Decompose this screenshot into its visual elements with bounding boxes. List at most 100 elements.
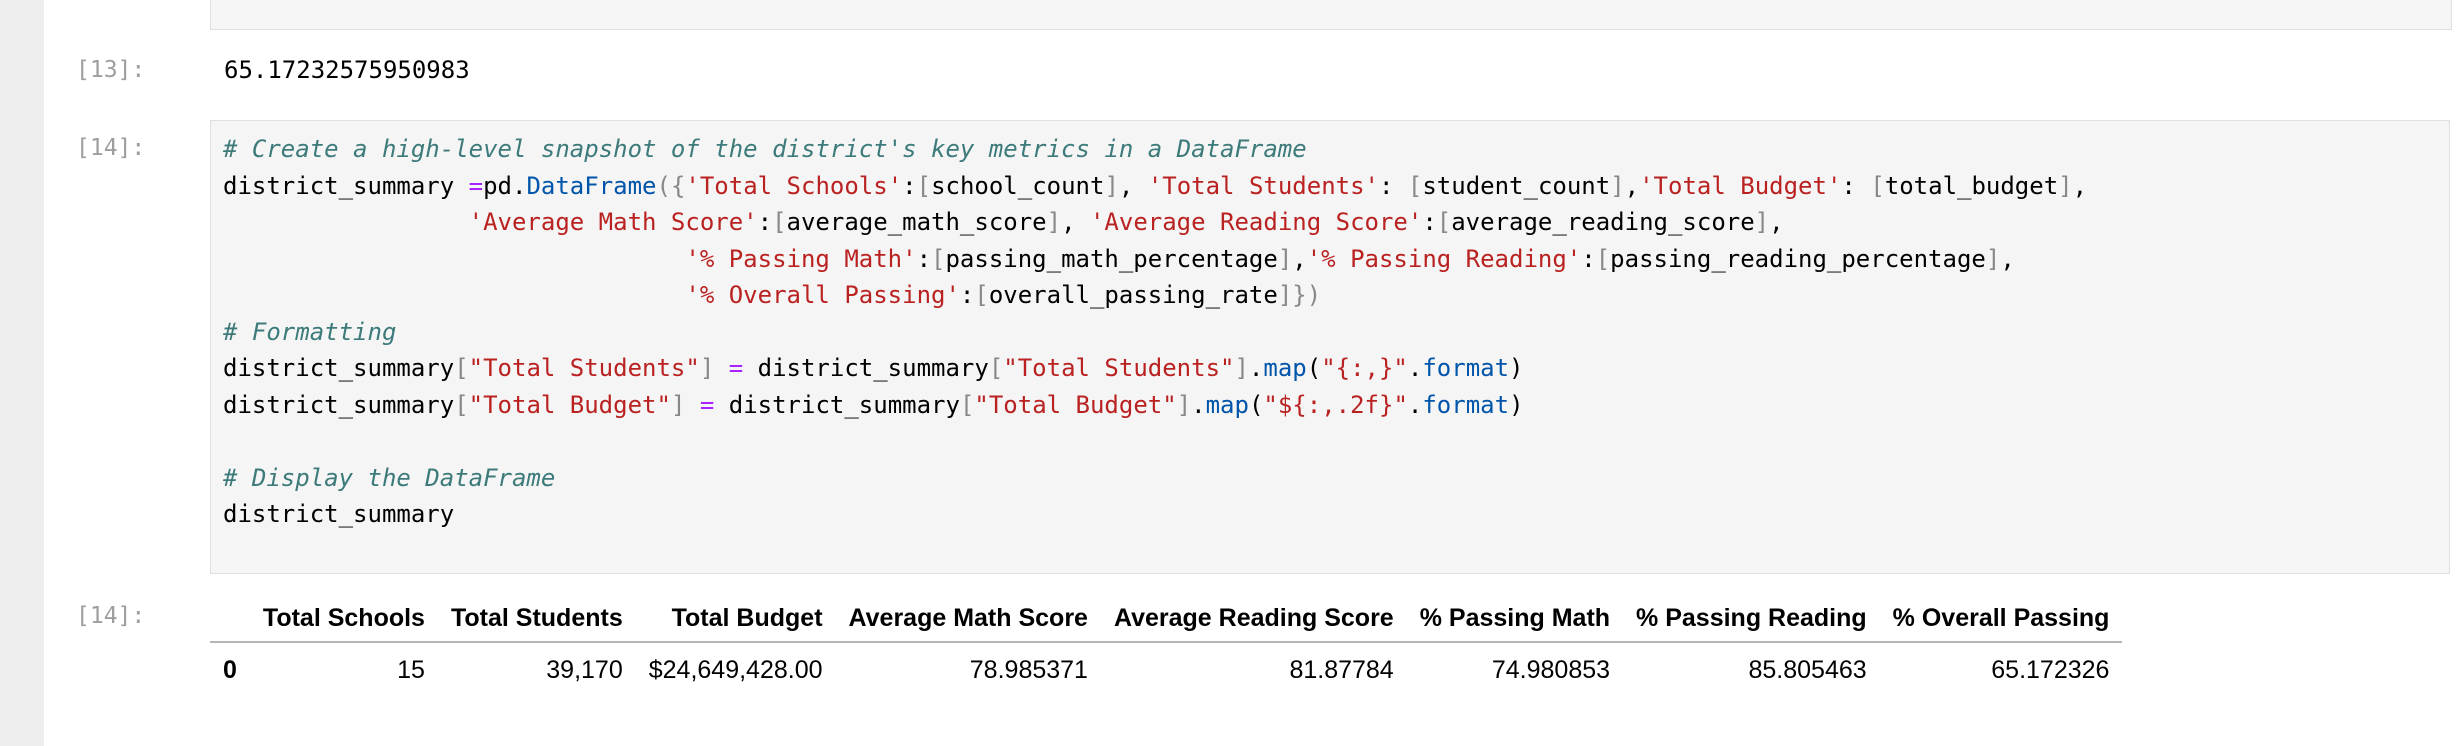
code-token: ) [1509,354,1524,382]
dataframe-row-index: 0 [223,655,237,684]
code-token: district_summary [223,500,455,528]
code-token: [ [1407,171,1423,200]
cell-prompt-14: [14]: [76,135,146,161]
code-editor[interactable]: # Create a high-level snapshot of the di… [223,131,2087,533]
code-token: district_summary [223,354,455,382]
code-cell-14[interactable]: # Create a high-level snapshot of the di… [210,120,2450,574]
code-token: , [2072,171,2088,200]
code-token: passing_math_percentage [945,244,1278,273]
code-token: district_summary [223,171,469,200]
code-token: 'Average Math Score' [468,208,758,236]
code-token: "Total Students" [1003,354,1235,382]
code-token: average_reading_score [1451,208,1755,236]
code-token: = [699,390,715,419]
code-line: district_summary["Total Students"] = dis… [223,350,2087,387]
code-token: , [1624,171,1640,200]
dataframe-cell: $24,649,428.00 [648,655,823,684]
code-token: . [1407,354,1423,382]
dataframe-column-header: % Overall Passing [1879,595,2123,643]
code-token: : [902,171,917,200]
code-token: = [468,171,484,200]
code-token: "{:,}" [1321,354,1408,382]
code-line: # Formatting [223,314,2087,351]
code-token: "Total Students" [468,354,700,382]
code-token: [ [1595,244,1611,273]
code-line: district_summary["Total Budget"] = distr… [223,387,2087,424]
code-token: [ [1870,171,1885,200]
code-token: ( [1248,390,1264,419]
code-token: 'Total Students' [1147,171,1379,200]
dataframe-index-header [210,595,250,643]
code-line: district_summary [223,496,2087,533]
cell-prompt-13: [13]: [76,57,146,83]
code-token: [ [974,281,989,309]
dataframe-cell: 65.172326 [1991,655,2110,684]
code-token: : [1422,208,1437,236]
code-token: [ [916,171,932,200]
code-token: . [1248,354,1264,382]
dataframe-cell: 15 [397,655,425,684]
code-token: pd. [483,171,527,200]
code-token: ) [1509,390,1524,419]
code-token: [ [988,354,1004,382]
dataframe-column-header: % Passing Reading [1623,595,1880,643]
code-token: . [1191,390,1206,419]
code-token: student_count [1422,171,1611,200]
code-token: '% Overall Passing' [685,281,960,309]
code-token: [ [454,390,469,419]
code-token: '% Passing Reading' [1306,244,1582,273]
code-token: ] [1610,171,1625,200]
code-token: 'Total Budget' [1639,171,1842,200]
code-token: , [1061,208,1090,236]
code-token: # Formatting [223,317,397,346]
dataframe-column-header: Total Budget [635,595,836,643]
code-token: DataFrame [526,171,657,200]
dataframe-header-row: Total Schools Total Students Total Budget A… [210,595,2123,643]
code-token: school_count [931,171,1105,200]
code-token: : [959,281,975,309]
code-token: ] [2058,171,2073,200]
code-token: format [1422,390,1510,419]
code-token: district_summary [743,354,989,382]
code-line: district_summary =pd.DataFrame({'Total S… [223,168,2087,205]
code-token: "Total Budget" [974,390,1177,419]
code-token: format [1422,354,1510,382]
code-token: '% Passing Math' [685,244,917,273]
dataframe-column-header: Total Students [437,595,636,643]
code-token: [ [931,244,946,273]
code-token: map [1263,354,1307,382]
code-line: 'Average Math Score':[average_math_score… [223,204,2087,241]
dataframe-output-table: Total Schools Total Students Total Budget A… [210,595,2123,697]
code-token: average_math_score [786,208,1047,236]
code-token: : [1581,244,1596,273]
code-token: district_summary [223,390,455,419]
code-token: district_summary [714,390,960,419]
code-token: ] [670,390,686,419]
code-token: ] [699,354,715,382]
code-token: map [1205,390,1249,419]
code-token: : [1379,171,1408,200]
code-token: , [2000,244,2015,273]
code-token: ] [1277,244,1293,273]
dataframe-cell: 81.87784 [1289,655,1394,684]
dataframe-cell: 74.980853 [1491,655,1611,684]
code-token: : [1841,171,1871,200]
dataframe-column-header: % Passing Math [1406,595,1624,643]
code-line: '% Passing Math':[passing_math_percentag… [223,241,2087,278]
code-token: ] [1104,171,1119,200]
code-token: [ [959,390,975,419]
code-token: ] [1176,390,1192,419]
code-token: "Total Budget" [468,390,671,419]
code-token: = [728,354,744,382]
code-token: # Create a high-level snapshot of the di… [223,135,1307,163]
code-token: ] [1754,208,1770,236]
code-token: ({ [656,171,686,200]
code-token: ] [1234,354,1249,382]
code-token: 'Total Schools' [685,171,903,200]
previous-code-cell[interactable] [210,0,2452,30]
